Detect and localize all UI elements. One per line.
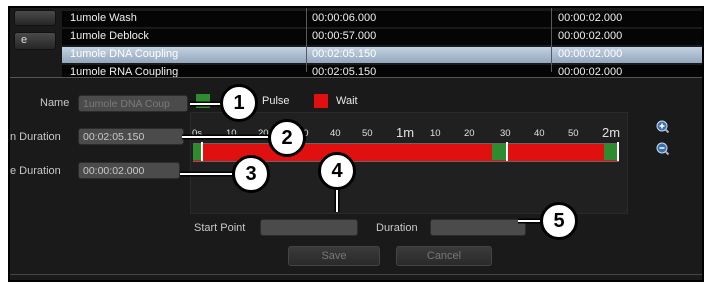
callout-4: 4 — [318, 152, 356, 190]
callout-5: 5 — [540, 202, 578, 240]
callout-lines — [180, 101, 540, 224]
callout-3: 3 — [232, 155, 270, 193]
callout-1: 1 — [220, 84, 258, 122]
callout-2: 2 — [268, 119, 306, 157]
